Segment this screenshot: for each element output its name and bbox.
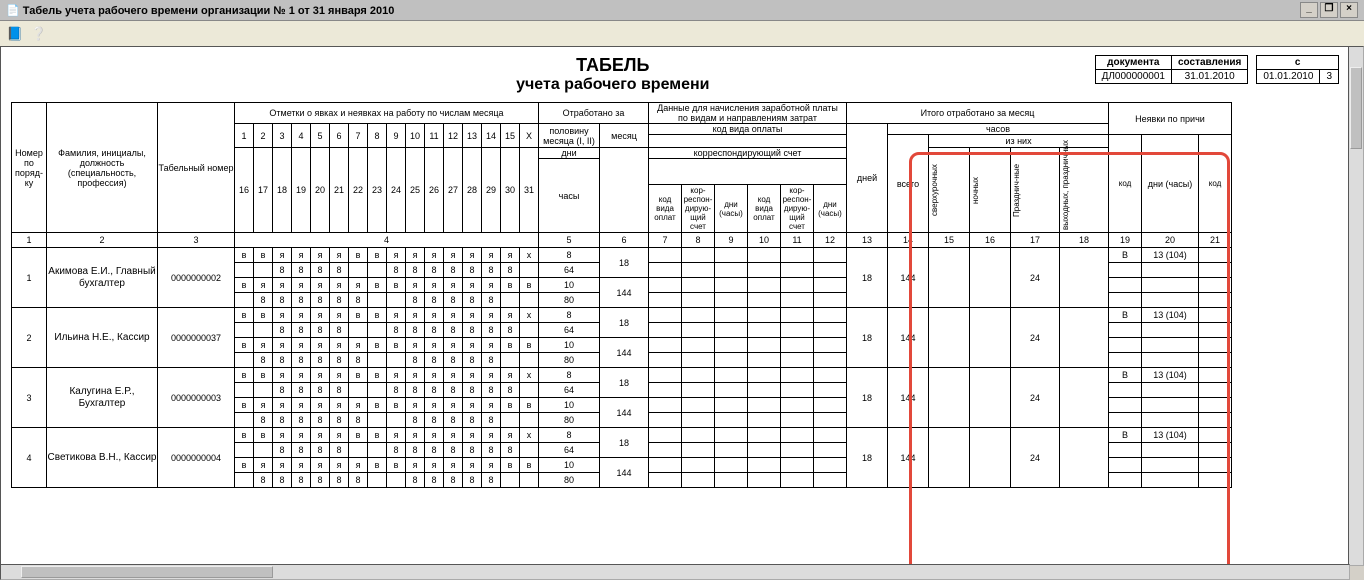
meta-doc: документасоставления ДЛ00000000131.01.20…: [1095, 55, 1249, 84]
action-icon[interactable]: 📘: [6, 25, 24, 43]
document-viewport: ТАБЕЛЬ учета рабочего времени документас…: [0, 46, 1350, 566]
toolbar: 📘 ❔: [0, 21, 1364, 48]
window-title: Табель учета рабочего времени организаци…: [23, 5, 395, 17]
help-icon[interactable]: ❔: [30, 25, 48, 43]
window-titlebar: 📄 Табель учета рабочего времени организа…: [0, 0, 1364, 21]
window: 📄 Табель учета рабочего времени организа…: [0, 0, 1364, 580]
doc-icon: 📄: [6, 5, 23, 17]
maximize-button[interactable]: ❐: [1320, 2, 1338, 18]
close-button[interactable]: ×: [1340, 2, 1358, 18]
hscroll-thumb[interactable]: [21, 566, 273, 578]
sheet: ТАБЕЛЬ учета рабочего времени документас…: [1, 47, 1349, 496]
timesheet-grid: Номер по поряд-куФамилия, инициалы, долж…: [11, 102, 1232, 488]
meta-period: с 01.01.20103: [1256, 55, 1339, 84]
horizontal-scrollbar[interactable]: [0, 564, 1350, 580]
vscroll-thumb[interactable]: [1350, 67, 1362, 149]
vertical-scrollbar[interactable]: [1348, 46, 1364, 566]
doc-title-1: ТАБЕЛЬ: [131, 55, 1095, 76]
doc-title-2: учета рабочего времени: [131, 76, 1095, 94]
meta-zone: документасоставления ДЛ00000000131.01.20…: [1095, 55, 1339, 84]
minimize-button[interactable]: _: [1300, 2, 1318, 18]
